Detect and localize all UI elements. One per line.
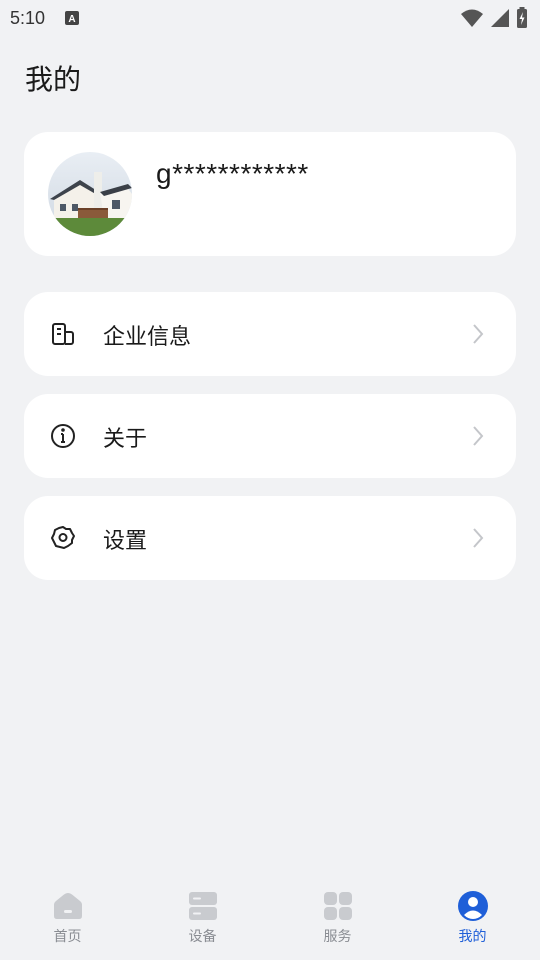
nav-label: 首页 <box>53 929 82 945</box>
menu-item-label: 设置 <box>103 529 148 554</box>
status-bar: 5:10 A <box>0 0 540 36</box>
menu-item-company-info[interactable]: 企业信息 <box>24 292 516 376</box>
svg-text:A: A <box>68 14 75 25</box>
menu-item-label: 企业信息 <box>103 325 192 350</box>
chevron-right-icon <box>473 324 484 344</box>
grid-icon <box>323 892 352 920</box>
device-icon <box>188 892 217 920</box>
avatar[interactable] <box>48 152 132 236</box>
nav-label: 服务 <box>323 929 352 945</box>
menu-item-settings[interactable]: 设置 <box>24 496 516 580</box>
bottom-nav: 首页 设备 服务 我的 <box>0 880 540 960</box>
battery-charging-icon <box>517 7 527 28</box>
nav-label: 设备 <box>188 929 217 945</box>
gear-icon <box>51 526 75 549</box>
building-icon <box>52 323 74 345</box>
status-time: 5:10 <box>10 7 46 28</box>
nav-label: 我的 <box>458 929 487 945</box>
chevron-right-icon <box>473 426 484 446</box>
a-letter-icon: A <box>65 11 80 25</box>
menu-item-label: 关于 <box>103 427 148 452</box>
nav-item-service[interactable]: 服务 <box>270 880 405 960</box>
home-icon <box>53 893 82 919</box>
user-icon <box>457 891 488 921</box>
nav-item-mine[interactable]: 我的 <box>405 880 540 960</box>
cellular-signal-icon <box>491 9 509 27</box>
chevron-right-icon <box>473 528 484 548</box>
wifi-icon <box>461 9 483 27</box>
info-icon <box>51 424 75 448</box>
menu-item-about[interactable]: 关于 <box>24 394 516 478</box>
nav-item-device[interactable]: 设备 <box>135 880 270 960</box>
username: g************ <box>156 158 309 189</box>
profile-card[interactable]: g************ <box>24 132 516 256</box>
page-title: 我的 <box>25 63 82 96</box>
nav-item-home[interactable]: 首页 <box>0 880 135 960</box>
